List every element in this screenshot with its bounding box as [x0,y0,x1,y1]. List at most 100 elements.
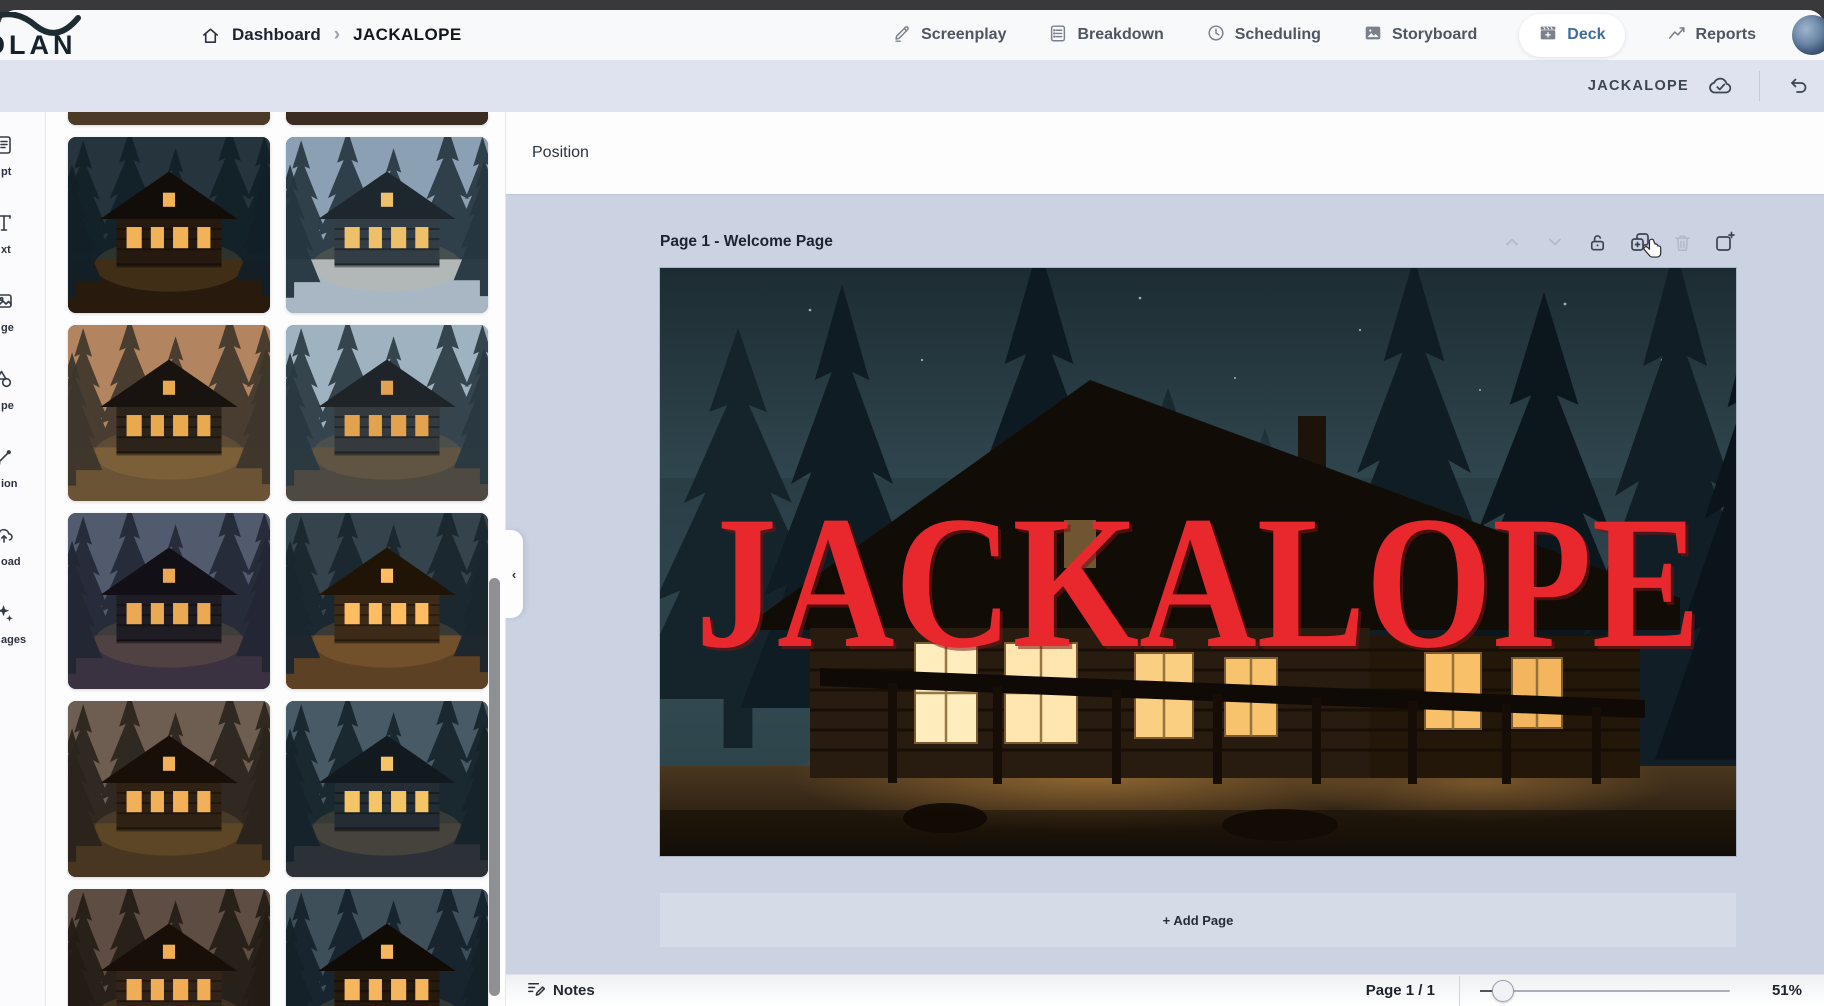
tab-label: Screenplay [921,26,1006,44]
page-toolbar [1501,231,1736,253]
zoom-level: 51% [1772,982,1802,999]
title-overlay: JACKALOPE JACKALOPE [660,268,1736,856]
notes-icon [526,979,545,1002]
tab-breakdown[interactable]: Breakdown [1048,23,1163,48]
shape-icon [0,368,15,395]
ai-images-icon [0,602,15,629]
sidebar-item-label: ages [0,634,26,646]
workspace: pt xt ge pe ion oad [0,112,1824,1006]
status-divider [1459,976,1460,1006]
sidebar-item-script[interactable]: pt [0,134,45,178]
cabin-thumbnail-partial[interactable] [286,112,488,125]
sidebar-item-text[interactable]: xt [0,212,45,256]
status-bar-right: Page 1 / 1 51% [1366,976,1802,1006]
breadcrumb-dashboard[interactable]: Dashboard [232,25,321,45]
tab-reports[interactable]: Reports [1667,23,1756,48]
clock-icon [1206,23,1226,48]
page-header-row: Page 1 - Welcome Page [660,228,1736,256]
app-window: OLAN Dashboard › JACKALOPE Screenplay [0,0,1824,1006]
chevron-down-icon [1544,231,1566,253]
cabin-thumbnail[interactable] [68,137,270,313]
add-page-icon [1714,231,1736,253]
project-name-label: JACKALOPE [1588,78,1689,94]
add-page-icon-button[interactable] [1714,231,1736,253]
tab-deck[interactable]: Deck [1519,14,1624,57]
zoom-slider[interactable] [1480,980,1730,1002]
user-avatar[interactable] [1792,15,1824,55]
image-icon [0,290,15,317]
tool-sidebar: pt xt ge pe ion oad [0,112,46,1006]
sidebar-item-label: ion [0,478,18,490]
tab-label: Deck [1567,26,1605,44]
breadcrumb-project: JACKALOPE [353,25,461,45]
cabin-thumbnail[interactable] [68,701,270,877]
tab-storyboard[interactable]: Storyboard [1363,23,1477,48]
app-logo[interactable]: OLAN [0,12,138,58]
sidebar-item-label: pt [0,166,11,178]
notes-label: Notes [553,982,595,999]
zoom-slider-track[interactable] [1480,990,1730,992]
deck-editor-area: Page 1 - Welcome Page [506,194,1824,974]
logo-text: OLAN [0,30,77,58]
lock-icon [1587,232,1608,253]
cabin-thumbnail[interactable] [68,513,270,689]
title-overlay-text: JACKALOPE [696,478,1701,688]
duplicate-icon [1629,231,1651,253]
project-toolbar: JACKALOPE [0,60,1824,112]
top-tabs: Screenplay Breakdown Sch [892,14,1756,57]
cabin-thumbnail[interactable] [286,701,488,877]
add-page-button[interactable]: + Add Page [660,893,1736,947]
sidebar-item-position[interactable]: ion [0,446,45,490]
tab-label: Storyboard [1392,26,1477,44]
chevron-up-icon [1501,231,1523,253]
tab-scheduling[interactable]: Scheduling [1206,23,1321,48]
tab-label: Reports [1696,26,1756,44]
sidebar-item-label: ge [0,322,14,334]
delete-page-button[interactable] [1672,232,1693,253]
tab-screenplay[interactable]: Screenplay [892,23,1006,48]
cabin-thumbnail[interactable] [286,325,488,501]
tab-label: Breakdown [1077,26,1163,44]
panel-collapse-button[interactable]: ‹ [505,530,523,618]
move-page-up-button[interactable] [1501,231,1523,253]
zoom-slider-knob[interactable] [1492,980,1514,1002]
lock-page-button[interactable] [1587,232,1608,253]
trash-icon [1672,232,1693,253]
thumbnail-grid [68,112,505,1006]
cabin-thumbnail[interactable] [286,137,488,313]
image-library-panel: ‹ [46,112,506,1006]
notes-button[interactable]: Notes [526,979,595,1002]
pencil-icon [892,23,912,48]
sidebar-item-label: pe [0,400,14,412]
home-icon[interactable] [200,25,221,46]
cabin-thumbnail-partial[interactable] [68,112,270,125]
cabin-thumbnail[interactable] [286,513,488,689]
cabin-thumbnail[interactable] [286,889,488,1006]
sidebar-item-ai-images[interactable]: ages [0,602,45,646]
undo-icon[interactable] [1786,74,1810,98]
move-page-down-button[interactable] [1544,231,1566,253]
cabin-thumbnail[interactable] [68,889,270,1006]
page-canvas[interactable]: JACKALOPE JACKALOPE [660,268,1736,856]
page-title: Page 1 - Welcome Page [660,233,833,251]
sidebar-item-image[interactable]: ge [0,290,45,334]
sidebar-item-shape[interactable]: pe [0,368,45,412]
sidebar-item-upload[interactable]: oad [0,524,45,568]
status-bar: Notes Page 1 / 1 51% [506,974,1824,1006]
top-navigation-bar: OLAN Dashboard › JACKALOPE Screenplay [0,10,1824,60]
tab-label: Scheduling [1235,26,1321,44]
upload-icon [0,524,15,551]
text-icon [0,212,15,239]
cabin-thumbnail[interactable] [68,325,270,501]
chevron-left-icon: ‹ [512,567,516,582]
trend-icon [1667,23,1687,48]
cloud-sync-icon[interactable] [1707,73,1733,99]
position-panel-header: Position [506,112,1824,194]
library-scrollbar[interactable] [489,578,500,996]
image-icon [1363,23,1383,48]
duplicate-page-button[interactable] [1629,231,1651,253]
sidebar-item-label: oad [0,556,21,568]
deck-slate-icon [1538,23,1558,48]
main-content: Position Page 1 - Welcome Page [506,112,1824,1006]
toolbar-divider [1759,71,1760,101]
